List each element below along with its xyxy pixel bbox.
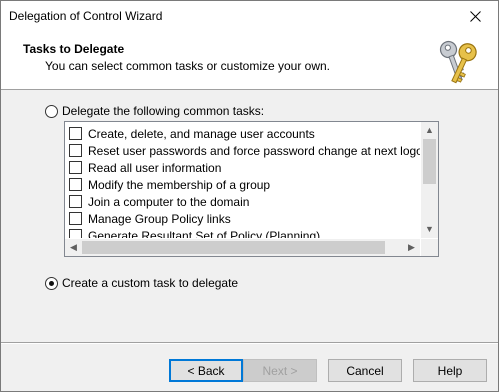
task-list-item[interactable]: Read all user information xyxy=(69,159,221,176)
scroll-down-icon[interactable]: ▼ xyxy=(421,221,438,238)
common-tasks-label: Delegate the following common tasks: xyxy=(62,104,265,118)
task-label: Manage Group Policy links xyxy=(88,211,231,226)
wizard-header: Tasks to Delegate You can select common … xyxy=(1,31,498,90)
custom-task-option[interactable]: Create a custom task to delegate xyxy=(45,276,238,290)
common-tasks-radio[interactable] xyxy=(45,104,58,118)
task-list-item[interactable]: Modify the membership of a group xyxy=(69,176,270,193)
vertical-scrollbar[interactable]: ▲ ▼ xyxy=(421,122,438,238)
window-title: Delegation of Control Wizard xyxy=(9,9,163,23)
keys-icon xyxy=(439,40,477,84)
task-checkbox[interactable] xyxy=(69,144,82,157)
back-button[interactable]: < Back xyxy=(169,359,243,382)
task-checkbox[interactable] xyxy=(69,195,82,208)
task-label: Reset user passwords and force password … xyxy=(88,143,420,158)
common-tasks-list[interactable]: Create, delete, and manage user accounts… xyxy=(64,121,439,257)
task-list-item[interactable]: Reset user passwords and force password … xyxy=(69,142,420,159)
custom-task-radio[interactable] xyxy=(45,276,58,290)
custom-task-label: Create a custom task to delegate xyxy=(62,276,239,290)
footer-divider xyxy=(1,342,498,344)
help-button[interactable]: Help xyxy=(413,359,487,382)
scroll-left-icon[interactable]: ◀ xyxy=(65,239,82,256)
task-label: Generate Resultant Set of Policy (Planni… xyxy=(88,228,321,239)
page-subtitle: You can select common tasks or customize… xyxy=(45,59,331,73)
task-checkbox[interactable] xyxy=(69,127,82,140)
scroll-right-icon[interactable]: ▶ xyxy=(403,239,420,256)
task-label: Create, delete, and manage user accounts xyxy=(88,126,315,141)
task-checkbox[interactable] xyxy=(69,229,82,238)
scrollbar-corner xyxy=(421,239,438,256)
wizard-window: Delegation of Control Wizard Tasks to De… xyxy=(0,0,499,392)
close-button[interactable] xyxy=(452,1,498,31)
task-list-item[interactable]: Manage Group Policy links xyxy=(69,210,231,227)
task-label: Read all user information xyxy=(88,160,222,175)
task-checkbox[interactable] xyxy=(69,178,82,191)
task-checkbox[interactable] xyxy=(69,212,82,225)
common-tasks-option[interactable]: Delegate the following common tasks: xyxy=(45,104,264,118)
vertical-scroll-thumb[interactable] xyxy=(423,139,436,184)
next-button[interactable]: Next > xyxy=(243,359,317,382)
task-list-item[interactable]: Generate Resultant Set of Policy (Planni… xyxy=(69,227,320,238)
scroll-up-icon[interactable]: ▲ xyxy=(421,122,438,139)
task-checkbox[interactable] xyxy=(69,161,82,174)
horizontal-scroll-thumb[interactable] xyxy=(82,241,385,254)
task-list-item[interactable]: Create, delete, and manage user accounts xyxy=(69,125,315,142)
cancel-button[interactable]: Cancel xyxy=(328,359,402,382)
task-label: Join a computer to the domain xyxy=(88,194,250,209)
task-list-item[interactable]: Join a computer to the domain xyxy=(69,193,249,210)
task-label: Modify the membership of a group xyxy=(88,177,271,192)
task-list-viewport: Create, delete, and manage user accounts… xyxy=(65,122,420,238)
horizontal-scrollbar[interactable]: ◀ ▶ xyxy=(65,239,420,256)
close-icon xyxy=(469,10,481,22)
title-bar[interactable]: Delegation of Control Wizard xyxy=(1,1,498,31)
page-title: Tasks to Delegate xyxy=(23,42,125,56)
